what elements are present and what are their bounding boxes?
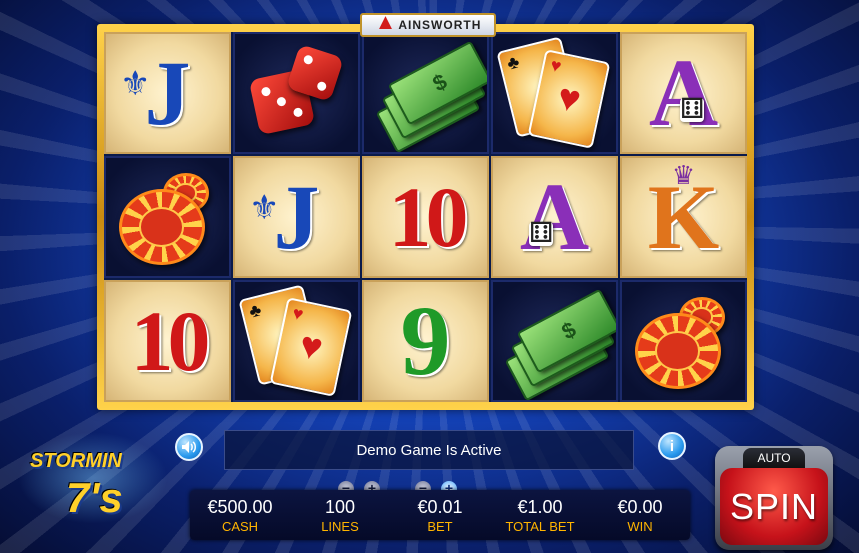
spin-control: AUTO SPIN xyxy=(715,446,833,550)
lines-stat: 100 LINES xyxy=(290,490,390,540)
casino-chips-icon xyxy=(629,291,739,391)
cash-stat: €500.00 CASH xyxy=(190,490,290,540)
money-stack-icon xyxy=(500,288,616,400)
reel-frame: ⚜ J ♣ ♥♥ xyxy=(97,24,754,410)
reel-cell-dice xyxy=(233,32,360,154)
reel-cell-cash xyxy=(362,32,489,154)
brand-line-1: STORMIN xyxy=(30,450,122,472)
symbol-10: 10 xyxy=(130,293,211,389)
win-label: WIN xyxy=(627,518,653,534)
bet-stat: €0.01 BET xyxy=(390,490,490,540)
sound-button[interactable] xyxy=(175,433,203,461)
auto-spin-button[interactable]: AUTO xyxy=(743,448,805,468)
reel-cell-ten-2: 10 xyxy=(104,280,231,402)
reel-cell-jack: ⚜ J xyxy=(104,32,231,154)
game-brand-logo: STORMIN 7's xyxy=(18,432,168,524)
reel-cell-cards-2: ♣ ♥ ♥ xyxy=(233,280,360,402)
fleur-de-lis-icon: ⚜ xyxy=(249,189,280,227)
total-bet-value: €1.00 xyxy=(517,496,563,517)
win-value: €0.00 xyxy=(617,496,663,517)
bet-label: BET xyxy=(427,518,453,534)
brand-line-2: 7's xyxy=(66,474,123,521)
lines-value: 100 xyxy=(324,496,356,517)
reel-cell-nine: 9 xyxy=(362,280,489,402)
symbol-j: J xyxy=(273,166,320,268)
win-stat: €0.00 WIN xyxy=(590,490,690,540)
info-icon: i xyxy=(669,437,675,455)
playing-cards-icon: ♣ ♥ ♥ xyxy=(237,284,352,397)
lines-label: LINES xyxy=(321,518,359,534)
reel-cell-chips xyxy=(104,156,231,278)
provider-logo: ▲ AINSWORTH xyxy=(360,9,496,37)
red-dice-icon xyxy=(248,44,344,138)
total-bet-label: TOTAL BET xyxy=(505,518,575,534)
speaker-icon xyxy=(182,441,196,453)
symbol-j: J xyxy=(144,42,191,144)
die-icon xyxy=(680,92,704,122)
reel-cell-ace: A xyxy=(620,32,747,154)
cash-label: CASH xyxy=(221,518,259,534)
crown-icon: ♛ xyxy=(671,160,696,190)
fleur-de-lis-icon: ⚜ xyxy=(120,65,151,103)
cash-value: €500.00 xyxy=(207,496,273,517)
reel-cell-cards: ♣ ♥ ♥ xyxy=(491,32,618,154)
info-button[interactable]: i xyxy=(658,432,686,460)
bet-value: €0.01 xyxy=(417,496,463,517)
reel-cell-cash-2 xyxy=(491,280,618,402)
reel-cell-jack-2: ⚜ J xyxy=(233,156,360,278)
die-icon xyxy=(529,216,553,246)
spin-label: SPIN xyxy=(729,485,819,527)
message-bar: Demo Game Is Active xyxy=(224,430,634,470)
message-text: Demo Game Is Active xyxy=(356,441,502,459)
reel-cell-ace-2: A xyxy=(491,156,618,278)
reel-cell-ten: 10 xyxy=(362,156,489,278)
casino-chips-icon xyxy=(113,167,223,267)
reel-cell-chips-2 xyxy=(620,280,747,402)
reel-grid: ⚜ J ♣ ♥♥ xyxy=(104,32,747,402)
total-bet-stat: €1.00 TOTAL BET xyxy=(490,490,590,540)
spin-button[interactable]: SPIN xyxy=(720,468,828,545)
ainsworth-a-icon: ▲ xyxy=(374,9,397,34)
reel-cell-king: ♛ K xyxy=(620,156,747,278)
symbol-10: 10 xyxy=(388,169,469,265)
stats-panel: €500.00 CASH 100 LINES €0.01 BET €1.00 T… xyxy=(190,490,690,540)
symbol-9: 9 xyxy=(400,285,451,396)
money-stack-icon xyxy=(371,40,487,152)
playing-cards-icon: ♣ ♥ ♥ xyxy=(495,36,610,149)
provider-logo-text: AINSWORTH xyxy=(398,18,482,32)
